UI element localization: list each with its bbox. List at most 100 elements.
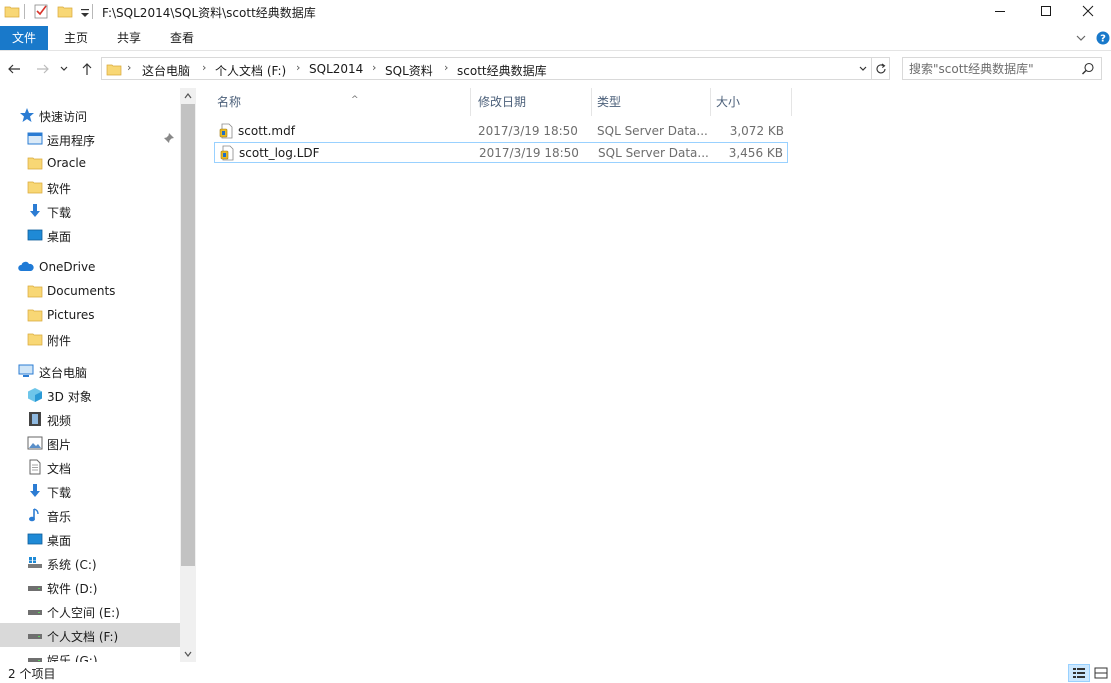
close-button[interactable] bbox=[1065, 0, 1111, 22]
nav-drive-c[interactable]: 系统 (C:) bbox=[0, 551, 180, 575]
app-window-icon bbox=[27, 132, 43, 145]
refresh-button[interactable] bbox=[872, 57, 890, 80]
up-button[interactable] bbox=[78, 60, 96, 78]
folder-icon bbox=[27, 157, 43, 170]
breadcrumb-sql-docs[interactable]: SQL资料 bbox=[385, 62, 433, 79]
nav-this-pc[interactable]: 这台电脑 bbox=[0, 359, 180, 383]
music-note-icon bbox=[29, 508, 39, 522]
minimize-button[interactable] bbox=[977, 0, 1023, 22]
nav-item-software[interactable]: 软件 bbox=[0, 175, 180, 199]
nav-scrollbar-thumb[interactable] bbox=[181, 104, 195, 566]
sql-log-file-icon bbox=[220, 145, 234, 161]
nav-drive-d[interactable]: 软件 (D:) bbox=[0, 575, 180, 599]
properties-icon[interactable] bbox=[33, 3, 49, 19]
nav-item-3d-objects[interactable]: 3D 对象 bbox=[0, 383, 180, 407]
nav-drive-f[interactable]: 个人文档 (F:) bbox=[0, 623, 180, 647]
nav-label: 快速访问 bbox=[39, 110, 88, 124]
folder-icon bbox=[27, 333, 43, 346]
customize-toolbar-icon[interactable] bbox=[77, 5, 93, 21]
column-header-name[interactable]: 名称 ^ bbox=[211, 88, 471, 116]
sort-ascending-icon: ^ bbox=[351, 95, 359, 105]
large-icons-view-icon bbox=[1094, 667, 1108, 679]
column-header-type[interactable]: 类型 bbox=[591, 88, 711, 116]
nav-label: 下载 bbox=[47, 486, 72, 500]
large-icons-view-button[interactable] bbox=[1090, 664, 1111, 682]
nav-item-oracle[interactable]: Oracle bbox=[0, 151, 180, 175]
nav-item-docs[interactable]: 文档 bbox=[0, 455, 180, 479]
cloud-icon bbox=[18, 261, 34, 271]
nav-label: 附件 bbox=[47, 334, 72, 348]
maximize-button[interactable] bbox=[1023, 0, 1069, 22]
breadcrumb-sql2014[interactable]: SQL2014 bbox=[309, 62, 363, 76]
window-title: F:\SQL2014\SQL资料\scott经典数据库 bbox=[102, 6, 316, 20]
download-arrow-icon bbox=[30, 484, 40, 497]
recent-locations-button[interactable] bbox=[58, 60, 70, 78]
nav-label: 这台电脑 bbox=[39, 366, 88, 380]
nav-label: Documents bbox=[47, 284, 116, 298]
windows-drive-icon bbox=[28, 557, 42, 568]
nav-quick-access[interactable]: 快速访问 bbox=[0, 103, 180, 127]
qa-divider bbox=[24, 4, 25, 19]
help-icon[interactable]: ? bbox=[1096, 31, 1110, 45]
back-button[interactable] bbox=[5, 60, 23, 78]
column-header-size[interactable]: 大小 bbox=[710, 88, 792, 116]
column-header-date[interactable]: 修改日期 bbox=[472, 88, 592, 116]
nav-item-programs[interactable]: 运用程序 bbox=[0, 127, 180, 151]
breadcrumb-separator[interactable]: › bbox=[296, 61, 300, 74]
folder-icon bbox=[27, 181, 43, 194]
nav-item-desktop[interactable]: 桌面 bbox=[0, 223, 180, 247]
nav-label: 桌面 bbox=[47, 230, 72, 244]
nav-drive-g[interactable]: 娱乐 (G:) bbox=[0, 647, 180, 662]
cube-icon bbox=[28, 388, 42, 402]
nav-item-music[interactable]: 音乐 bbox=[0, 503, 180, 527]
file-size: 3,072 KB bbox=[729, 124, 784, 138]
qa-separator bbox=[92, 4, 93, 19]
nav-item-downloads[interactable]: 下载 bbox=[0, 199, 180, 223]
chevron-down-icon bbox=[60, 66, 68, 71]
column-label: 大小 bbox=[716, 95, 741, 109]
nav-item-documents[interactable]: Documents bbox=[0, 279, 180, 303]
breadcrumb-separator[interactable]: › bbox=[127, 61, 131, 74]
document-icon bbox=[29, 459, 41, 475]
nav-label: 软件 bbox=[47, 182, 72, 196]
nav-onedrive[interactable]: OneDrive bbox=[0, 255, 180, 279]
file-row[interactable]: scott_log.LDF 2017/3/19 18:50 SQL Server… bbox=[214, 142, 788, 163]
breadcrumb-scott-db[interactable]: scott经典数据库 bbox=[457, 62, 547, 79]
tab-view[interactable]: 查看 bbox=[158, 26, 206, 50]
forward-button[interactable] bbox=[34, 60, 52, 78]
folder-icon[interactable] bbox=[4, 3, 20, 19]
new-folder-icon[interactable] bbox=[57, 3, 73, 19]
nav-item-pictures[interactable]: Pictures bbox=[0, 303, 180, 327]
breadcrumb-separator[interactable]: › bbox=[202, 61, 206, 74]
tab-file[interactable]: 文件 bbox=[0, 26, 48, 50]
details-view-icon bbox=[1073, 668, 1085, 678]
details-view-button[interactable] bbox=[1068, 664, 1090, 682]
address-bar[interactable]: › 这台电脑 › 个人文档 (F:) › SQL2014 › SQL资料 › s… bbox=[101, 57, 872, 80]
search-box[interactable] bbox=[902, 57, 1102, 80]
nav-item-videos[interactable]: 视频 bbox=[0, 407, 180, 431]
breadcrumb-drive-f[interactable]: 个人文档 (F:) bbox=[215, 62, 286, 79]
tab-share[interactable]: 共享 bbox=[105, 26, 153, 50]
search-input[interactable] bbox=[909, 61, 1077, 76]
breadcrumb-separator[interactable]: › bbox=[444, 61, 448, 74]
expand-ribbon-icon[interactable] bbox=[1075, 32, 1087, 44]
scroll-up-button[interactable] bbox=[180, 88, 196, 104]
file-row[interactable]: scott.mdf 2017/3/19 18:50 SQL Server Dat… bbox=[214, 121, 788, 142]
hard-drive-icon bbox=[28, 634, 42, 639]
breadcrumb-separator[interactable]: › bbox=[372, 61, 376, 74]
tab-home[interactable]: 主页 bbox=[52, 26, 100, 50]
scroll-down-button[interactable] bbox=[180, 646, 196, 662]
chevron-down-icon[interactable] bbox=[858, 64, 868, 74]
nav-item-images[interactable]: 图片 bbox=[0, 431, 180, 455]
nav-item-desktop-pc[interactable]: 桌面 bbox=[0, 527, 180, 551]
nav-item-downloads-pc[interactable]: 下载 bbox=[0, 479, 180, 503]
nav-item-attachments[interactable]: 附件 bbox=[0, 327, 180, 351]
nav-label: 视频 bbox=[47, 414, 72, 428]
nav-drive-e[interactable]: 个人空间 (E:) bbox=[0, 599, 180, 623]
star-icon bbox=[20, 108, 34, 122]
download-arrow-icon bbox=[30, 204, 40, 217]
hard-drive-icon bbox=[28, 658, 42, 662]
breadcrumb-this-pc[interactable]: 这台电脑 bbox=[142, 62, 190, 79]
pin-icon[interactable] bbox=[163, 132, 175, 144]
search-icon[interactable] bbox=[1081, 62, 1095, 76]
